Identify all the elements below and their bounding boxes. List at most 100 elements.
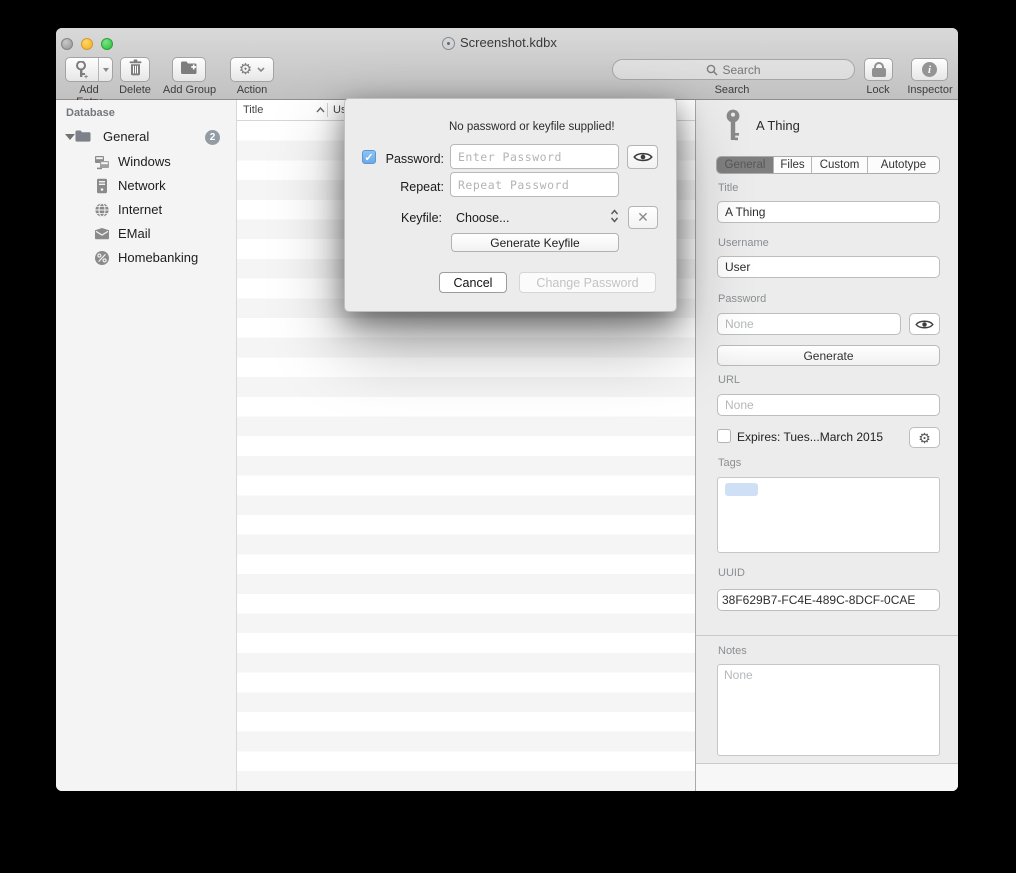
add-entry-button[interactable]: + — [65, 57, 113, 82]
enter-password-input[interactable] — [450, 144, 619, 169]
tab-custom[interactable]: Custom — [812, 157, 868, 173]
email-icon — [94, 226, 110, 242]
add-entry-dropdown-arrow[interactable] — [99, 58, 112, 81]
network-icon — [94, 178, 110, 194]
inspector-label: Inspector — [899, 84, 958, 96]
sidebar-group-label: General — [103, 129, 149, 144]
search-placeholder: Search — [722, 63, 760, 77]
homebanking-icon — [94, 250, 110, 266]
repeat-label: Repeat: — [381, 180, 444, 194]
key-icon — [725, 109, 741, 148]
sidebar-item-network[interactable]: Network — [56, 174, 236, 198]
sidebar-item-internet[interactable]: Internet — [56, 198, 236, 222]
generate-keyfile-button[interactable]: Generate Keyfile — [451, 233, 619, 252]
minimize-window-button[interactable] — [81, 38, 93, 50]
sidebar-item-label: EMail — [118, 226, 151, 241]
tag-chip[interactable] — [725, 483, 758, 496]
eye-icon — [915, 318, 934, 331]
delete-button[interactable] — [120, 57, 150, 82]
titlebar-toolbar: Screenshot.kdbx + Add Entry Delete Add G… — [56, 28, 958, 100]
url-field-label: URL — [718, 374, 740, 386]
close-icon: ✕ — [637, 209, 649, 226]
svg-text:+: + — [84, 74, 88, 79]
document-icon — [442, 37, 455, 50]
tab-autotype[interactable]: Autotype — [868, 157, 939, 173]
inspector-footer — [696, 763, 958, 791]
sidebar-item-label: Windows — [118, 154, 171, 169]
inspector-divider — [696, 635, 958, 636]
tab-files[interactable]: Files — [774, 157, 812, 173]
chevron-down-icon — [257, 67, 265, 72]
password-label: Password: — [381, 152, 444, 166]
close-window-button[interactable] — [61, 38, 73, 50]
expires-checkbox[interactable] — [717, 429, 731, 443]
expires-settings-button[interactable]: ⚙ — [909, 427, 940, 448]
sidebar-section-header: Database — [66, 107, 115, 119]
action-label: Action — [230, 84, 274, 96]
repeat-password-input[interactable] — [450, 172, 619, 197]
username-field[interactable] — [717, 256, 940, 278]
zoom-window-button[interactable] — [101, 38, 113, 50]
action-button[interactable]: ⚙ — [230, 57, 274, 82]
inspector-tabs: General Files Custom Autotype — [716, 156, 940, 174]
sidebar-item-windows[interactable]: Windows — [56, 150, 236, 174]
disclosure-triangle-icon[interactable] — [65, 134, 75, 140]
password-field[interactable] — [717, 313, 901, 335]
password-field-label: Password — [718, 293, 766, 305]
lock-button[interactable] — [864, 58, 893, 81]
sidebar-item-label: Homebanking — [118, 250, 198, 265]
sidebar-item-label: Internet — [118, 202, 162, 217]
uuid-field-label: UUID — [718, 567, 745, 579]
column-divider[interactable] — [327, 103, 328, 117]
window-title: Screenshot.kdbx — [460, 35, 557, 50]
change-password-button[interactable]: Change Password — [519, 272, 656, 293]
add-group-label: Add Group — [162, 84, 217, 96]
username-field-label: Username — [718, 237, 769, 249]
sidebar-item-label: Network — [118, 178, 166, 193]
uuid-field[interactable] — [717, 589, 940, 611]
cancel-button[interactable]: Cancel — [439, 272, 507, 293]
sidebar-item-email[interactable]: EMail — [56, 222, 236, 246]
trash-icon — [128, 59, 143, 81]
search-input[interactable]: Search — [612, 59, 855, 80]
internet-icon — [94, 202, 110, 218]
tags-field[interactable] — [717, 477, 940, 553]
add-group-button[interactable] — [172, 57, 206, 82]
inspector-button[interactable]: i — [911, 58, 948, 81]
clear-keyfile-button[interactable]: ✕ — [628, 206, 658, 229]
delete-label: Delete — [109, 84, 161, 96]
password-checkbox[interactable]: ✓ — [362, 150, 376, 164]
notes-field[interactable] — [717, 664, 940, 756]
expires-label: Expires: Tues...March 2015 — [737, 430, 883, 444]
entry-count-badge: 2 — [205, 130, 220, 145]
sort-ascending-icon — [316, 107, 325, 113]
url-field[interactable] — [717, 394, 940, 416]
keyfile-popup[interactable]: Choose... — [456, 211, 510, 225]
sidebar-group-general[interactable]: General 2 — [56, 126, 236, 148]
title-field[interactable] — [717, 201, 940, 223]
windows-icon — [94, 154, 110, 170]
search-icon — [706, 64, 718, 76]
folder-icon — [75, 128, 91, 144]
sidebar: Database General 2 Windows Network — [56, 100, 237, 791]
gear-icon: ⚙ — [239, 62, 252, 77]
gear-icon: ⚙ — [918, 431, 931, 445]
dialog-message: No password or keyfile supplied! — [449, 121, 615, 133]
tags-field-label: Tags — [718, 457, 741, 469]
search-toolbar-label: Search — [692, 84, 772, 96]
tab-general[interactable]: General — [717, 157, 774, 173]
show-password-button[interactable] — [627, 145, 658, 169]
keyfile-label: Keyfile: — [375, 211, 442, 225]
show-password-button[interactable] — [909, 313, 940, 335]
generate-password-button[interactable]: Generate — [717, 345, 940, 366]
change-password-dialog: No password or keyfile supplied! ✓ Passw… — [344, 98, 677, 312]
inspector-panel: A Thing General Files Custom Autotype Ti… — [695, 100, 958, 791]
lock-label: Lock — [852, 84, 904, 96]
info-icon: i — [922, 62, 937, 77]
key-plus-icon: + — [66, 58, 99, 81]
column-header-title[interactable]: Title — [243, 104, 263, 116]
entry-title: A Thing — [756, 118, 800, 133]
lock-icon — [865, 59, 892, 80]
sidebar-item-homebanking[interactable]: Homebanking — [56, 246, 236, 270]
popup-updown-icon — [610, 208, 619, 224]
